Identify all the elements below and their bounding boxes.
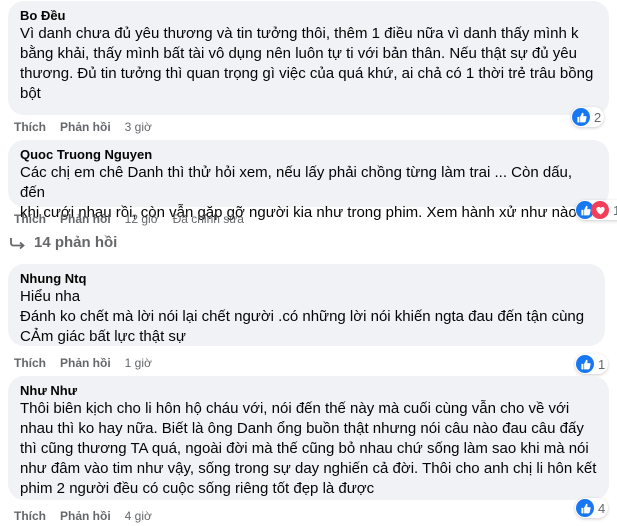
reaction-summary[interactable]: 4 [575, 498, 609, 518]
edited-label: Đã chỉnh sửa [172, 212, 244, 226]
like-icon [576, 355, 594, 373]
reply-button[interactable]: Phản hồi [60, 508, 111, 524]
reaction-summary[interactable]: 1 [575, 354, 609, 374]
like-icon [572, 108, 590, 126]
reply-button[interactable]: Phản hồi [60, 211, 111, 227]
comment-bubble: Quoc Truong Nguyen Các chị em chê Danh t… [8, 140, 609, 221]
comment-bubble: Nhung Ntq Hiểu nha Đánh ko chết mà lời n… [8, 264, 605, 346]
love-icon [591, 201, 609, 219]
comment-time[interactable]: 12 giờ [125, 211, 159, 227]
comment-bubble: Bo Đều Vì danh chưa đủ yêu thương và tin… [8, 1, 609, 115]
comment-author[interactable]: Quoc Truong Nguyen [20, 146, 597, 163]
comment-author[interactable]: Như Như [20, 382, 597, 399]
reaction-count: 2 [594, 109, 602, 125]
reaction-count: 4 [598, 500, 606, 516]
reply-arrow-icon [10, 237, 26, 249]
reaction-summary[interactable]: 14 [575, 200, 617, 220]
comment-author[interactable]: Nhung Ntq [20, 270, 593, 287]
view-replies-link[interactable]: 14 phản hồi [10, 234, 117, 251]
reaction-summary[interactable]: 2 [571, 107, 605, 127]
like-button[interactable]: Thích [14, 355, 46, 371]
comment-actions: Thích Phản hồi 4 giờ [14, 508, 166, 524]
reaction-count: 14 [613, 202, 617, 218]
comment-actions: Thích Phản hồi 12 giờ Đã chỉnh sửa [14, 211, 244, 227]
comment-time[interactable]: 3 giờ [125, 119, 152, 135]
comment-actions: Thích Phản hồi 3 giờ [14, 119, 166, 135]
reply-button[interactable]: Phản hồi [60, 355, 111, 371]
like-button[interactable]: Thích [14, 508, 46, 524]
comment-actions: Thích Phản hồi 1 giờ [14, 355, 166, 371]
comment-text: Thôi biên kịch cho li hôn hộ cháu với, n… [20, 400, 597, 497]
comment-time[interactable]: 4 giờ [125, 508, 152, 524]
like-icon [576, 499, 594, 517]
comment-text: Hiểu nha Đánh ko chết mà lời nói lại chế… [20, 288, 585, 345]
comment-author[interactable]: Bo Đều [20, 7, 597, 24]
reply-button[interactable]: Phản hồi [60, 119, 111, 135]
like-button[interactable]: Thích [14, 119, 46, 135]
comment-time[interactable]: 1 giờ [125, 355, 152, 371]
comment-text: Vì danh chưa đủ yêu thương và tin tưởng … [20, 25, 594, 102]
replies-count-label[interactable]: 14 phản hồi [34, 234, 117, 251]
comment-bubble: Như Như Thôi biên kịch cho li hôn hộ chá… [8, 376, 609, 500]
like-button[interactable]: Thích [14, 211, 46, 227]
reaction-count: 1 [598, 356, 606, 372]
